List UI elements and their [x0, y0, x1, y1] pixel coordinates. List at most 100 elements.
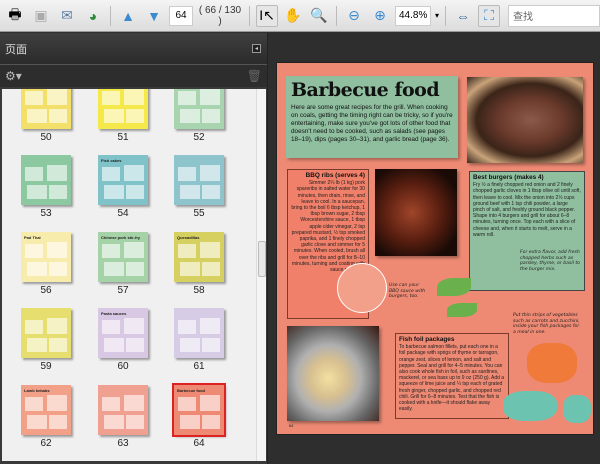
thumbnail-title: Lamb kebabs: [24, 388, 50, 393]
next-page-button[interactable]: ▼: [143, 5, 165, 27]
page-thumbnail[interactable]: Pasta sauces: [98, 308, 148, 358]
zucchini-illustration: [503, 391, 557, 421]
thumbnail-block: [126, 262, 144, 276]
page-thumbnail[interactable]: [21, 89, 71, 129]
panel-toolbar: ⚙▾ 🗑: [0, 65, 267, 87]
document-viewer: Barbecue food Here are some great recipe…: [269, 33, 600, 464]
email-icon[interactable]: ✉: [56, 5, 78, 27]
hand-tool[interactable]: ✋: [282, 5, 304, 27]
search-input[interactable]: 查找: [508, 4, 600, 27]
thumbnail-label: 59: [40, 361, 52, 372]
thumbnail-title: Pad Thai: [24, 235, 41, 240]
thumbnail-block: [25, 244, 43, 258]
page-thumbnail[interactable]: [98, 89, 148, 129]
burgers-text: Fry ½ a finely chopped red onion and 2 f…: [473, 182, 581, 238]
separator: [110, 5, 111, 26]
thumbnail-title: Quesadillas: [177, 235, 200, 240]
sauce-note: Use can your BBQ sauce with burgers, too…: [389, 283, 426, 300]
thumbnail-label: 63: [117, 438, 129, 449]
thumbnail-block: [180, 338, 200, 352]
thumbnail-block: [47, 89, 67, 105]
page-thumbnail[interactable]: Pad Thai: [21, 232, 71, 282]
page-thumbnail[interactable]: [98, 385, 148, 435]
page-thumbnail[interactable]: [174, 155, 224, 205]
select-text-tool[interactable]: I↖: [256, 4, 278, 27]
thumbnail-block: [25, 91, 43, 105]
thumbnail-block: [180, 415, 200, 429]
thumbnail-block: [27, 415, 47, 429]
thumbnail-block: [178, 320, 196, 334]
zoom-level-select[interactable]: 44.8%: [395, 5, 431, 26]
thumbnail-block: [49, 338, 67, 352]
page-thumbnail[interactable]: Chinese pork stir-fry: [98, 232, 148, 282]
scrollbar[interactable]: [256, 89, 266, 461]
thumbnail-block: [180, 185, 200, 199]
zucchini-illustration: [563, 395, 591, 423]
page-thumbnail[interactable]: [21, 308, 71, 358]
thumbnail-block: [202, 415, 220, 429]
page-thumbnail[interactable]: [21, 155, 71, 205]
thumbnail-block: [104, 262, 124, 276]
fit-width-button[interactable]: ⇔: [452, 5, 474, 27]
scrollbar-thumb[interactable]: [258, 241, 266, 277]
page-thumbnail[interactable]: [174, 308, 224, 358]
thumbnail-block: [126, 338, 144, 352]
zoom-in-button[interactable]: ⊕: [369, 5, 391, 27]
ribs-title: BBQ ribs (serves 4): [305, 172, 365, 179]
vegetables-note: Put thin strips of vegetables such as ca…: [513, 313, 580, 335]
page-number-input[interactable]: 64: [169, 5, 193, 26]
thumbnail-block: [104, 109, 124, 123]
collapse-panel-button[interactable]: ◂: [252, 44, 261, 53]
page-thumbnail[interactable]: Quesadillas: [174, 232, 224, 282]
thumbnail-block: [102, 320, 120, 334]
thumbnail-block: [200, 395, 220, 411]
page-thumbnail[interactable]: Lamb kebabs: [21, 385, 71, 435]
thumbnail-block: [124, 165, 144, 181]
separator: [249, 5, 250, 26]
thumbnail-block: [180, 109, 200, 123]
document-page: Barbecue food Here are some great recipe…: [276, 62, 594, 435]
save-icon[interactable]: ▣: [30, 5, 52, 27]
thumbnail-block: [126, 185, 144, 199]
thumbnail-block: [27, 338, 47, 352]
thumbnail-block: [104, 415, 124, 429]
toolbar: 🖶 ▣ ✉ ◕ ▲ ▼ 64 ( 66 / 130 ) I↖ ✋ 🔍 ⊖ ⊕ 4…: [0, 0, 600, 32]
thumbnail-block: [202, 109, 220, 123]
thumbnail-block: [178, 244, 196, 258]
thumbnail-label: 51: [117, 132, 129, 143]
thumbnail-label: 52: [193, 132, 205, 143]
sauce-bowl-illustration: [337, 263, 387, 313]
trash-icon[interactable]: 🗑: [247, 69, 262, 83]
thumbnail-block: [178, 91, 196, 105]
page-thumbnail[interactable]: [174, 89, 224, 129]
thumbnail-block: [25, 167, 43, 181]
previous-page-button[interactable]: ▲: [117, 5, 139, 27]
thumbnail-block: [202, 338, 220, 352]
thumbnail-block: [27, 185, 47, 199]
upload-globe-icon[interactable]: ◕: [82, 5, 104, 27]
zoom-out-button[interactable]: ⊖: [343, 5, 365, 27]
print-icon[interactable]: 🖶: [4, 5, 26, 27]
thumbnail-block: [178, 167, 196, 181]
burgers-recipe: Best burgers (makes 4) Fry ½ a finely ch…: [469, 171, 585, 291]
thumbnail-block: [25, 320, 43, 334]
thumbnail-block: [104, 338, 124, 352]
leaf-illustration: [447, 303, 477, 317]
thumbnail-block: [124, 242, 144, 258]
fit-page-button[interactable]: ⛶: [478, 4, 501, 27]
marquee-zoom-tool[interactable]: 🔍: [308, 5, 330, 27]
chevron-down-icon[interactable]: ▾: [435, 11, 439, 20]
thumbnail-block: [102, 167, 120, 181]
thumbnail-block: [202, 262, 220, 276]
options-gear-icon[interactable]: ⚙▾: [5, 69, 22, 83]
thumbnail-block: [200, 318, 220, 334]
thumbnail-block: [126, 109, 144, 123]
pages-panel-header: 页面 ◂: [0, 33, 267, 65]
thumbnail-label: 57: [117, 285, 129, 296]
thumbnail-block: [180, 262, 200, 276]
page-thumbnail[interactable]: Fish cakes: [98, 155, 148, 205]
thumbnail-title: Chinese pork stir-fry: [101, 235, 141, 240]
thumbnail-label: 50: [40, 132, 52, 143]
thumbnail-block: [47, 242, 67, 258]
page-thumbnail[interactable]: Barbecue food: [172, 383, 226, 437]
